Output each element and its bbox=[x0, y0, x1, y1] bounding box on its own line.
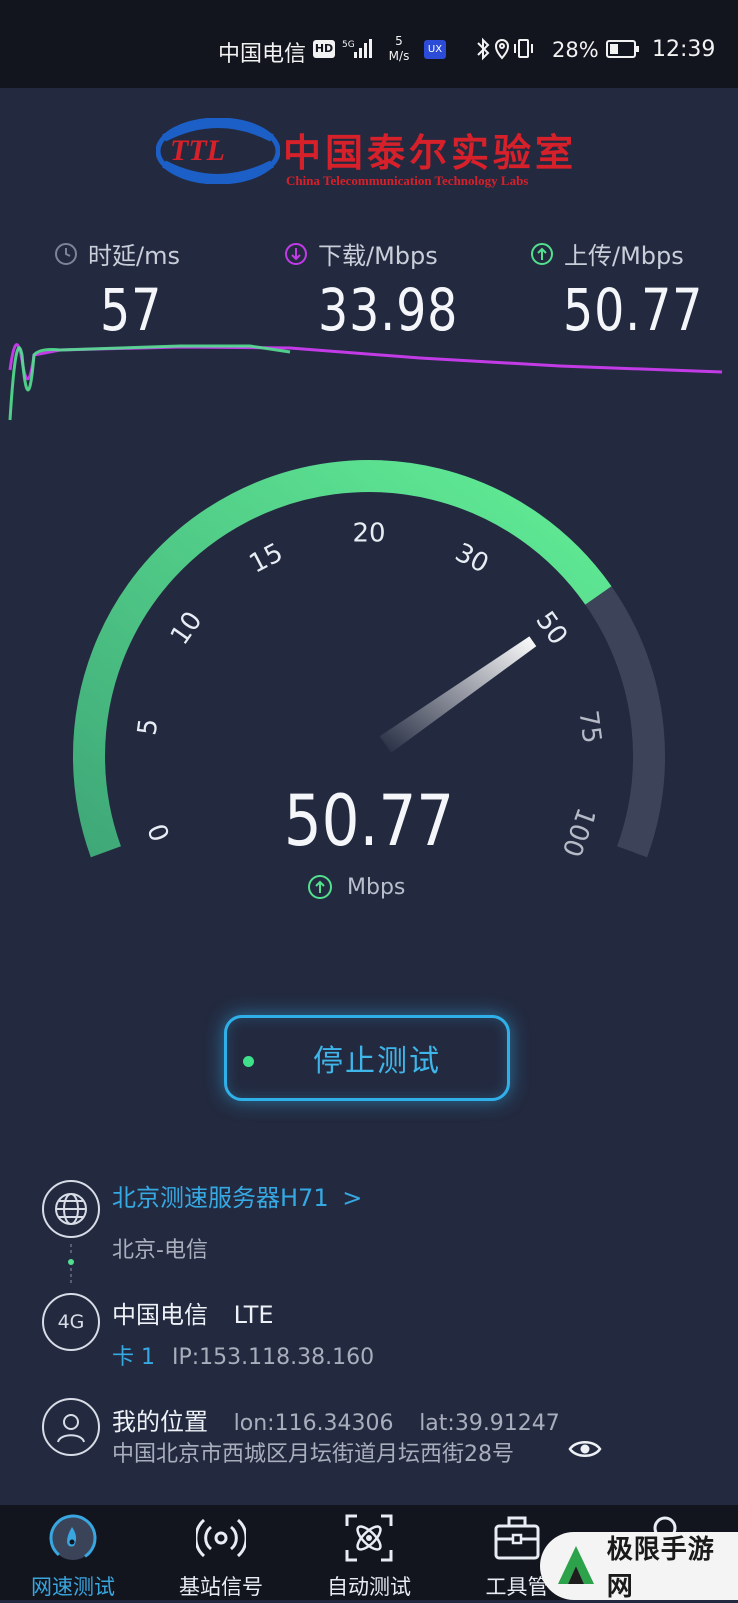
chevron-right-icon: > bbox=[342, 1184, 363, 1212]
upload-label-text: 上传/Mbps bbox=[564, 242, 684, 270]
watermark-text: 极限手游网 bbox=[606, 1535, 715, 1602]
location-icon bbox=[494, 39, 510, 60]
bluetooth-icon bbox=[477, 37, 490, 61]
vibrate-icon bbox=[514, 39, 533, 58]
nav-auto-test-label: 自动测试 bbox=[327, 1575, 411, 1599]
speed-trend-graph bbox=[8, 343, 723, 421]
svg-text:5G: 5G bbox=[342, 40, 355, 50]
nav-speed-test-label: 网速测试 bbox=[31, 1575, 115, 1599]
gauge-speed-value: 50.77 bbox=[283, 780, 455, 862]
download-arrow-icon bbox=[285, 242, 307, 265]
logo-name-cn: 中国泰尔实验室 bbox=[283, 130, 578, 175]
download-label: 下载/Mbps bbox=[284, 236, 438, 271]
gauge-tick-label: 30 bbox=[450, 538, 493, 580]
gauge-tick-label: 20 bbox=[352, 519, 385, 549]
logo-abbr: TTL bbox=[170, 134, 225, 167]
watermark-logo-icon bbox=[558, 1546, 594, 1584]
sim-card: 卡 1 bbox=[112, 1345, 155, 1370]
battery-percent: 28% bbox=[552, 38, 599, 62]
upload-arrow-icon bbox=[531, 242, 553, 265]
network-info: 中国电信 LTE bbox=[112, 1295, 274, 1330]
eye-icon[interactable] bbox=[568, 1437, 602, 1461]
auto-test-icon bbox=[345, 1514, 393, 1562]
latency-label: 时延/ms bbox=[54, 236, 180, 271]
toolbox-icon bbox=[494, 1516, 540, 1560]
location-lon: lon:116.34306 bbox=[233, 1411, 394, 1436]
stop-test-button[interactable]: 停止测试 bbox=[224, 1015, 510, 1101]
ux-badge: UX bbox=[424, 40, 446, 59]
gauge-tick-label: 75 bbox=[573, 709, 607, 746]
signal-icon bbox=[196, 1518, 246, 1558]
network-4g-icon: 4G bbox=[42, 1293, 100, 1351]
gauge-unit: Mbps bbox=[307, 874, 405, 900]
location-address: 中国北京市西城区月坛街道月坛西街28号 bbox=[112, 1442, 514, 1467]
nav-speed-test[interactable]: 网速测试 bbox=[8, 1505, 138, 1600]
network-sub: 卡 1 IP:153.118.38.160 bbox=[112, 1339, 374, 1371]
latency-label-text: 时延/ms bbox=[88, 242, 180, 270]
ttl-logo-icon: TTL bbox=[156, 118, 280, 184]
location-header: 我的位置 lon:116.34306 lat:39.91247 bbox=[112, 1402, 560, 1437]
server-location: 北京-电信 bbox=[112, 1238, 208, 1263]
speed-test-icon bbox=[49, 1514, 97, 1562]
carrier-name: 中国电信 bbox=[218, 42, 307, 67]
download-trend-line bbox=[8, 343, 723, 381]
location-lat: lat:39.91247 bbox=[419, 1411, 560, 1436]
gauge-tick-label: 50 bbox=[529, 606, 573, 650]
gauge-tick-label: 15 bbox=[245, 538, 288, 580]
status-icons bbox=[477, 37, 533, 61]
clock-icon bbox=[55, 242, 77, 265]
gauge-unit-text: Mbps bbox=[347, 874, 406, 900]
hd-badge: HD bbox=[313, 40, 335, 58]
upload-trend-line bbox=[8, 344, 291, 421]
download-label-text: 下载/Mbps bbox=[318, 242, 438, 270]
stop-test-label: 停止测试 bbox=[313, 1044, 441, 1079]
clock: 12:39 bbox=[652, 37, 716, 62]
upload-arrow-icon bbox=[308, 875, 332, 899]
server-name-link[interactable]: 北京测速服务器H71 > bbox=[112, 1178, 362, 1213]
user-location-icon bbox=[42, 1398, 100, 1456]
signal-strength-icon: 5G bbox=[342, 39, 372, 58]
nav-signal[interactable]: 基站信号 bbox=[156, 1505, 286, 1600]
nav-auto-test[interactable]: 自动测试 bbox=[304, 1505, 434, 1600]
network-speed-unit: M/s bbox=[388, 49, 410, 63]
battery-icon bbox=[606, 40, 639, 58]
nav-signal-label: 基站信号 bbox=[179, 1575, 263, 1599]
location-title: 我的位置 bbox=[112, 1408, 208, 1436]
network-type: LTE bbox=[233, 1301, 274, 1329]
server-name: 北京测速服务器H71 bbox=[112, 1184, 329, 1212]
gauge-needle bbox=[379, 636, 537, 753]
watermark: 极限手游网 bbox=[540, 1532, 738, 1602]
logo-name-en: China Telecommunication Technology Labs bbox=[286, 173, 529, 188]
network-speed: 5 M/s bbox=[386, 34, 412, 64]
connector-line bbox=[68, 1244, 74, 1286]
globe-icon bbox=[42, 1180, 100, 1238]
network-carrier: 中国电信 bbox=[112, 1301, 208, 1329]
network-speed-value: 5 bbox=[395, 34, 403, 48]
gauge-tick-label: 10 bbox=[165, 606, 209, 650]
gauge-tick-label: 5 bbox=[132, 717, 164, 737]
status-dot bbox=[243, 1056, 254, 1067]
ip-address: IP:153.118.38.160 bbox=[172, 1345, 375, 1370]
upload-label: 上传/Mbps bbox=[530, 236, 684, 271]
